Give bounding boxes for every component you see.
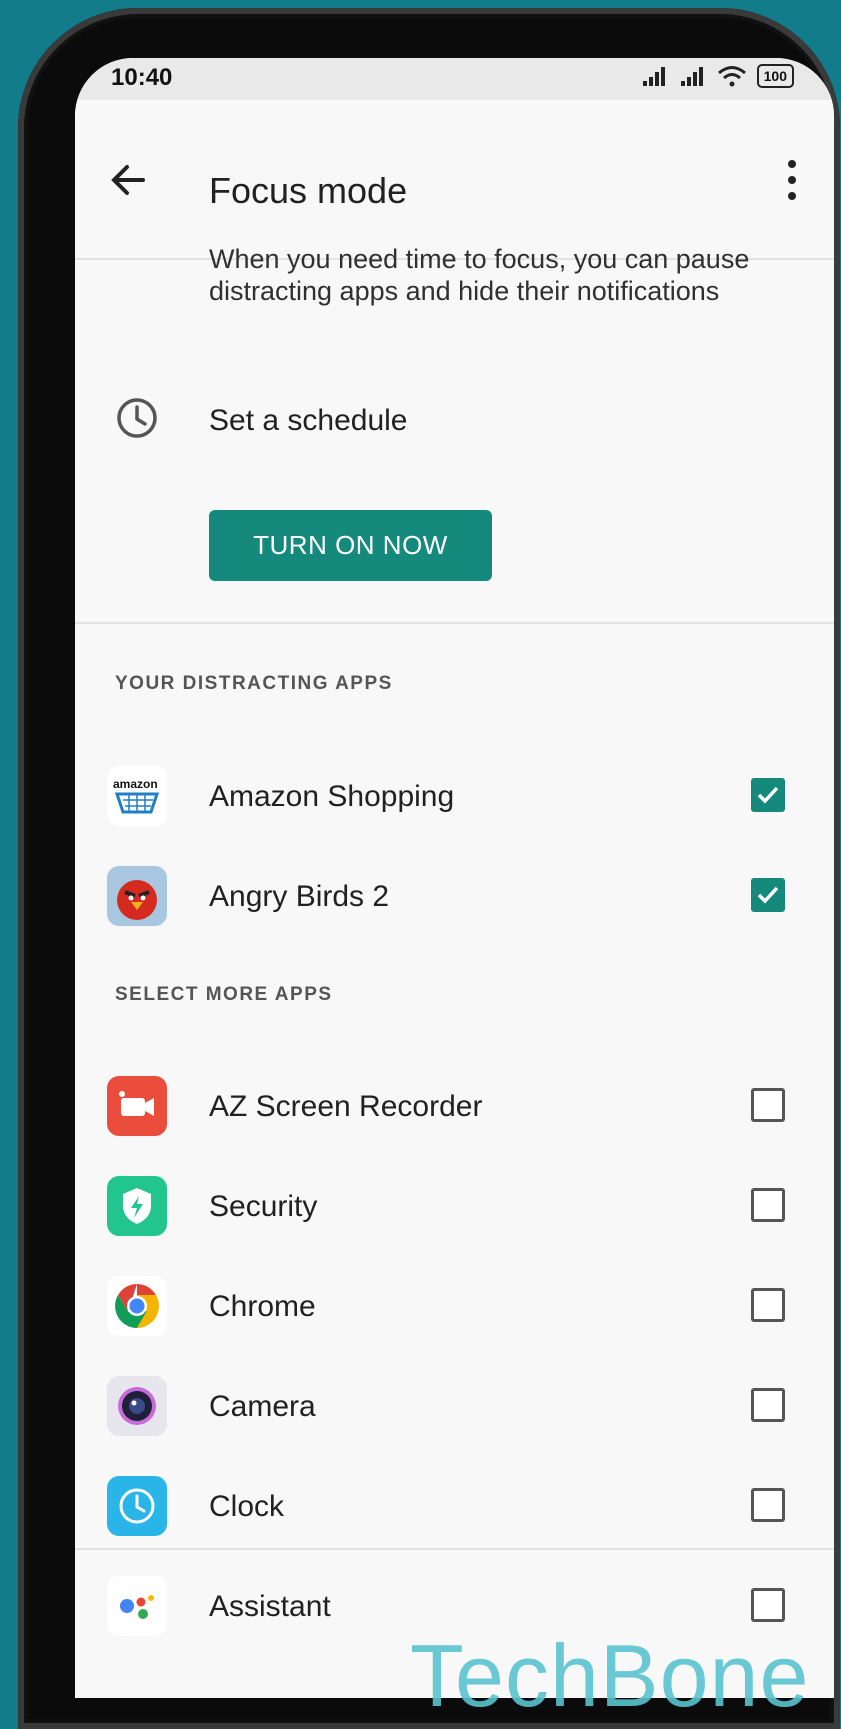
schedule-label: Set a schedule — [209, 404, 408, 437]
clock-app-icon — [107, 1476, 167, 1536]
app-row-camera[interactable]: Camera — [75, 1358, 834, 1458]
assistant-icon — [107, 1576, 167, 1636]
clock-icon — [117, 398, 157, 438]
app-name: Camera — [209, 1390, 316, 1423]
app-checkbox[interactable] — [751, 1188, 785, 1222]
app-row-amazon[interactable]: amazon Amazon Shopping — [75, 748, 834, 848]
more-options-icon[interactable] — [778, 154, 806, 206]
app-checkbox[interactable] — [751, 778, 785, 812]
app-checkbox[interactable] — [751, 878, 785, 912]
svg-text:amazon: amazon — [113, 777, 158, 791]
app-name: Security — [209, 1190, 318, 1223]
divider — [75, 622, 834, 624]
app-name: Clock — [209, 1490, 285, 1523]
app-bar: Focus mode — [75, 100, 834, 260]
chrome-icon — [107, 1276, 167, 1336]
focus-description: When you need time to focus, you can pau… — [209, 244, 750, 306]
turn-on-now-button[interactable]: TURN ON NOW — [209, 510, 492, 581]
battery-icon: 100 — [756, 64, 794, 88]
checkmark-icon — [757, 886, 779, 904]
app-name: Chrome — [209, 1290, 316, 1323]
angry-birds-icon — [107, 866, 167, 926]
schedule-row[interactable]: Set a schedule — [75, 378, 834, 468]
app-name: Amazon Shopping — [209, 780, 455, 813]
camera-icon — [107, 1376, 167, 1436]
back-arrow-icon[interactable] — [103, 155, 153, 205]
security-shield-icon — [107, 1176, 167, 1236]
divider — [75, 1548, 834, 1550]
signal-icon-2 — [680, 67, 703, 86]
app-checkbox[interactable] — [751, 1288, 785, 1322]
app-checkbox[interactable] — [751, 1088, 785, 1122]
app-name: Angry Birds 2 — [209, 880, 390, 913]
page-title: Focus mode — [209, 170, 408, 211]
phone-frame: 10:40 100 Focus mode When you need time … — [18, 8, 840, 1729]
app-checkbox[interactable] — [751, 1388, 785, 1422]
signal-icon — [642, 67, 665, 86]
amazon-icon: amazon — [107, 766, 167, 826]
section-header-more: SELECT MORE APPS — [115, 984, 333, 1005]
status-bar: 10:40 100 — [75, 58, 834, 100]
techbone-watermark: TechBone — [410, 1626, 810, 1725]
wifi-icon — [717, 66, 746, 87]
app-row-chrome[interactable]: Chrome — [75, 1258, 834, 1358]
checkmark-icon — [757, 786, 779, 804]
section-header-distracting: YOUR DISTRACTING APPS — [115, 673, 393, 694]
app-name: AZ Screen Recorder — [209, 1090, 483, 1123]
app-row-az-recorder[interactable]: AZ Screen Recorder — [75, 1058, 834, 1158]
app-row-clock[interactable]: Clock — [75, 1458, 834, 1558]
screen-recorder-icon — [107, 1076, 167, 1136]
app-checkbox[interactable] — [751, 1488, 785, 1522]
status-icons: 100 — [641, 64, 794, 88]
app-row-security[interactable]: Security — [75, 1158, 834, 1258]
app-name: Assistant — [209, 1590, 331, 1623]
status-time: 10:40 — [111, 64, 173, 91]
screen: 10:40 100 Focus mode When you need time … — [75, 58, 834, 1698]
app-row-angry-birds[interactable]: Angry Birds 2 — [75, 848, 834, 948]
app-checkbox[interactable] — [751, 1588, 785, 1622]
